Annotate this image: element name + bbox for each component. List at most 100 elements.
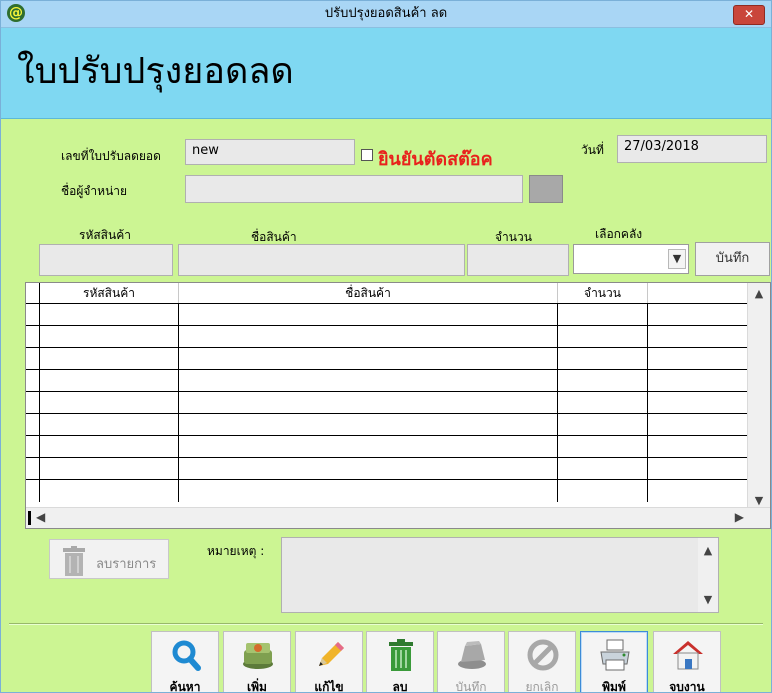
table-cell[interactable]: [558, 458, 648, 480]
supplier-field[interactable]: [185, 175, 523, 203]
remark-scrollbar[interactable]: ▲ ▼: [698, 538, 718, 612]
table-row[interactable]: [26, 369, 748, 392]
column-header-qty[interactable]: จำนวน: [558, 283, 648, 303]
trash-icon: [63, 546, 85, 576]
row-pointer-bar: [28, 511, 31, 525]
cancel-icon: [527, 639, 559, 671]
print-label: พิมพ์: [602, 680, 626, 693]
print-button[interactable]: พิมพ์: [580, 631, 648, 693]
row-selector[interactable]: [26, 348, 40, 370]
close-button[interactable]: ✕: [733, 5, 765, 25]
table-cell[interactable]: [179, 348, 558, 370]
chevron-down-icon[interactable]: ▼: [748, 494, 770, 507]
table-cell[interactable]: [179, 370, 558, 392]
table-row[interactable]: [26, 391, 748, 414]
table-cell[interactable]: [179, 436, 558, 458]
warehouse-select[interactable]: ▼: [573, 244, 689, 274]
chevron-down-icon[interactable]: ▼: [698, 593, 718, 606]
delete-item-button[interactable]: ลบรายการ: [49, 539, 169, 579]
supplier-browse-button[interactable]: [529, 175, 563, 203]
table-cell[interactable]: [40, 304, 179, 326]
app-window: @ ปรับปรุงยอดสินค้า ลด ✕ ใบปรับปรุงยอดลด…: [0, 0, 772, 693]
table-cell[interactable]: [40, 414, 179, 436]
table-cell[interactable]: [40, 436, 179, 458]
row-selector[interactable]: [26, 436, 40, 458]
chevron-up-icon[interactable]: ▲: [698, 544, 718, 557]
row-selector[interactable]: [26, 326, 40, 348]
exit-button[interactable]: จบงาน: [653, 631, 721, 692]
checkbox-icon[interactable]: [361, 149, 373, 161]
window-title: ปรับปรุงยอดสินค้า ลด: [324, 6, 448, 21]
chevron-up-icon[interactable]: ▲: [748, 287, 770, 300]
chevron-right-icon[interactable]: ▶: [735, 510, 744, 524]
row-selector[interactable]: [26, 370, 40, 392]
row-selector[interactable]: [26, 414, 40, 436]
table-cell[interactable]: [558, 436, 648, 458]
chevron-down-icon[interactable]: ▼: [668, 249, 686, 269]
table-cell[interactable]: [179, 480, 558, 502]
chevron-left-icon[interactable]: ◀: [36, 510, 45, 524]
save-label: บันทึก: [455, 680, 487, 693]
table-row[interactable]: [26, 457, 748, 480]
date-field[interactable]: 27/03/2018: [617, 135, 767, 163]
table-cell[interactable]: [558, 480, 648, 502]
remark-textarea[interactable]: ▲ ▼: [281, 537, 719, 613]
search-button[interactable]: ค้นหา: [151, 631, 219, 693]
table-row[interactable]: [26, 303, 748, 326]
table-cell[interactable]: [558, 304, 648, 326]
table-cell[interactable]: [558, 370, 648, 392]
home-icon: [673, 641, 703, 670]
table-cell[interactable]: [40, 370, 179, 392]
table-cell[interactable]: [40, 348, 179, 370]
table-cell[interactable]: [40, 458, 179, 480]
table-row[interactable]: [26, 435, 748, 458]
edit-button[interactable]: แก้ไข: [295, 631, 363, 693]
table-cell[interactable]: [558, 392, 648, 414]
table-cell[interactable]: [40, 392, 179, 414]
add-label: เพิ่ม: [247, 680, 267, 693]
items-grid[interactable]: รหัสสินค้า ชื่อสินค้า จำนวน ▲ ▼ ◀ ▶: [25, 282, 771, 529]
cancel-button[interactable]: ยกเลิก: [508, 631, 576, 692]
header-banner: ใบปรับปรุงยอดลด: [1, 28, 771, 119]
column-header-code[interactable]: รหัสสินค้า: [40, 283, 179, 303]
product-code-input[interactable]: [39, 244, 173, 276]
table-cell[interactable]: [179, 458, 558, 480]
vertical-scrollbar[interactable]: ▲ ▼: [747, 283, 770, 509]
save-line-button[interactable]: บันทึก: [695, 242, 770, 276]
table-cell[interactable]: [558, 348, 648, 370]
divider: [9, 623, 763, 625]
save-icon: [458, 641, 486, 669]
table-row[interactable]: [26, 325, 748, 348]
date-label: วันที่: [581, 143, 604, 157]
table-cell[interactable]: [40, 480, 179, 502]
table-cell[interactable]: [558, 414, 648, 436]
quantity-input[interactable]: [467, 244, 569, 276]
search-label: ค้นหา: [169, 680, 201, 693]
edit-label: แก้ไข: [314, 680, 344, 693]
table-row[interactable]: [26, 347, 748, 370]
doc-no-field[interactable]: new: [185, 139, 355, 165]
save-button[interactable]: บันทึก: [437, 631, 505, 693]
delete-button[interactable]: ลบ: [366, 631, 434, 692]
column-header-name[interactable]: ชื่อสินค้า: [179, 283, 558, 303]
table-row[interactable]: [26, 479, 748, 502]
row-selector[interactable]: [26, 304, 40, 326]
table-row[interactable]: [26, 413, 748, 436]
row-selector[interactable]: [26, 392, 40, 414]
row-selector[interactable]: [26, 458, 40, 480]
printer-icon: [600, 639, 630, 671]
table-cell[interactable]: [558, 326, 648, 348]
grid-corner: [26, 283, 40, 303]
page-title: ใบปรับปรุงยอดลด: [17, 51, 294, 92]
add-button[interactable]: เพิ่ม: [223, 631, 291, 693]
row-selector[interactable]: [26, 480, 40, 502]
table-cell[interactable]: [179, 326, 558, 348]
table-cell[interactable]: [40, 326, 179, 348]
horizontal-scrollbar[interactable]: ◀ ▶: [26, 507, 770, 528]
warehouse-label: เลือกคลัง: [595, 227, 643, 241]
product-name-input[interactable]: [178, 244, 465, 276]
table-cell[interactable]: [179, 392, 558, 414]
table-cell[interactable]: [179, 304, 558, 326]
table-cell[interactable]: [179, 414, 558, 436]
confirm-stock-label: ยินยันตัดสต๊อค: [378, 149, 493, 170]
